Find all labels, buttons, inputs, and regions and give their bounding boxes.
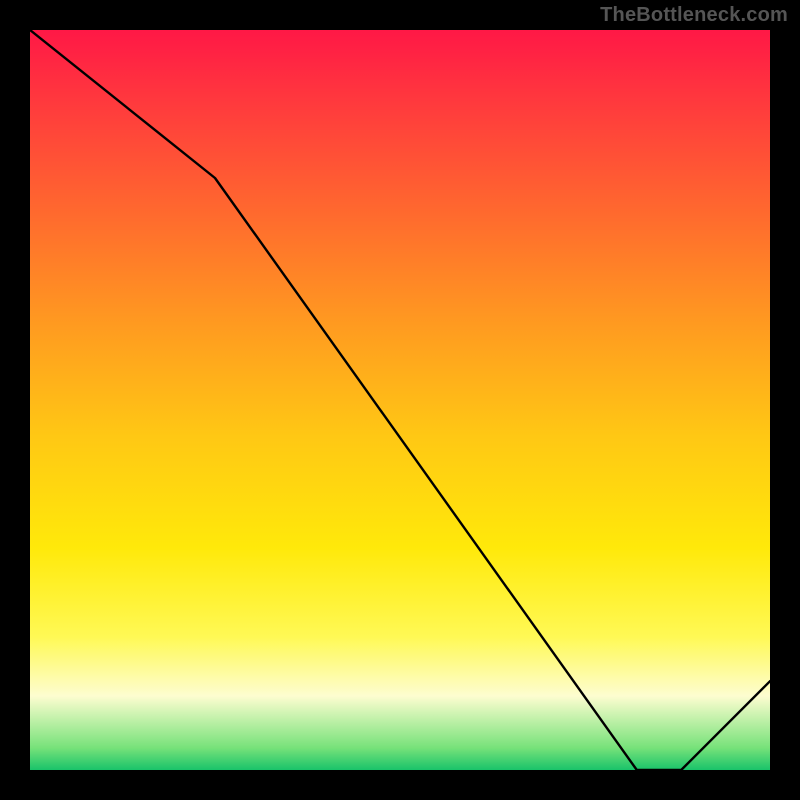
series-line: [30, 30, 770, 770]
watermark-text: TheBottleneck.com: [600, 4, 788, 27]
chart-frame: TheBottleneck.com: [0, 0, 800, 800]
plot-area: [30, 30, 770, 770]
chart-svg: [30, 30, 770, 770]
